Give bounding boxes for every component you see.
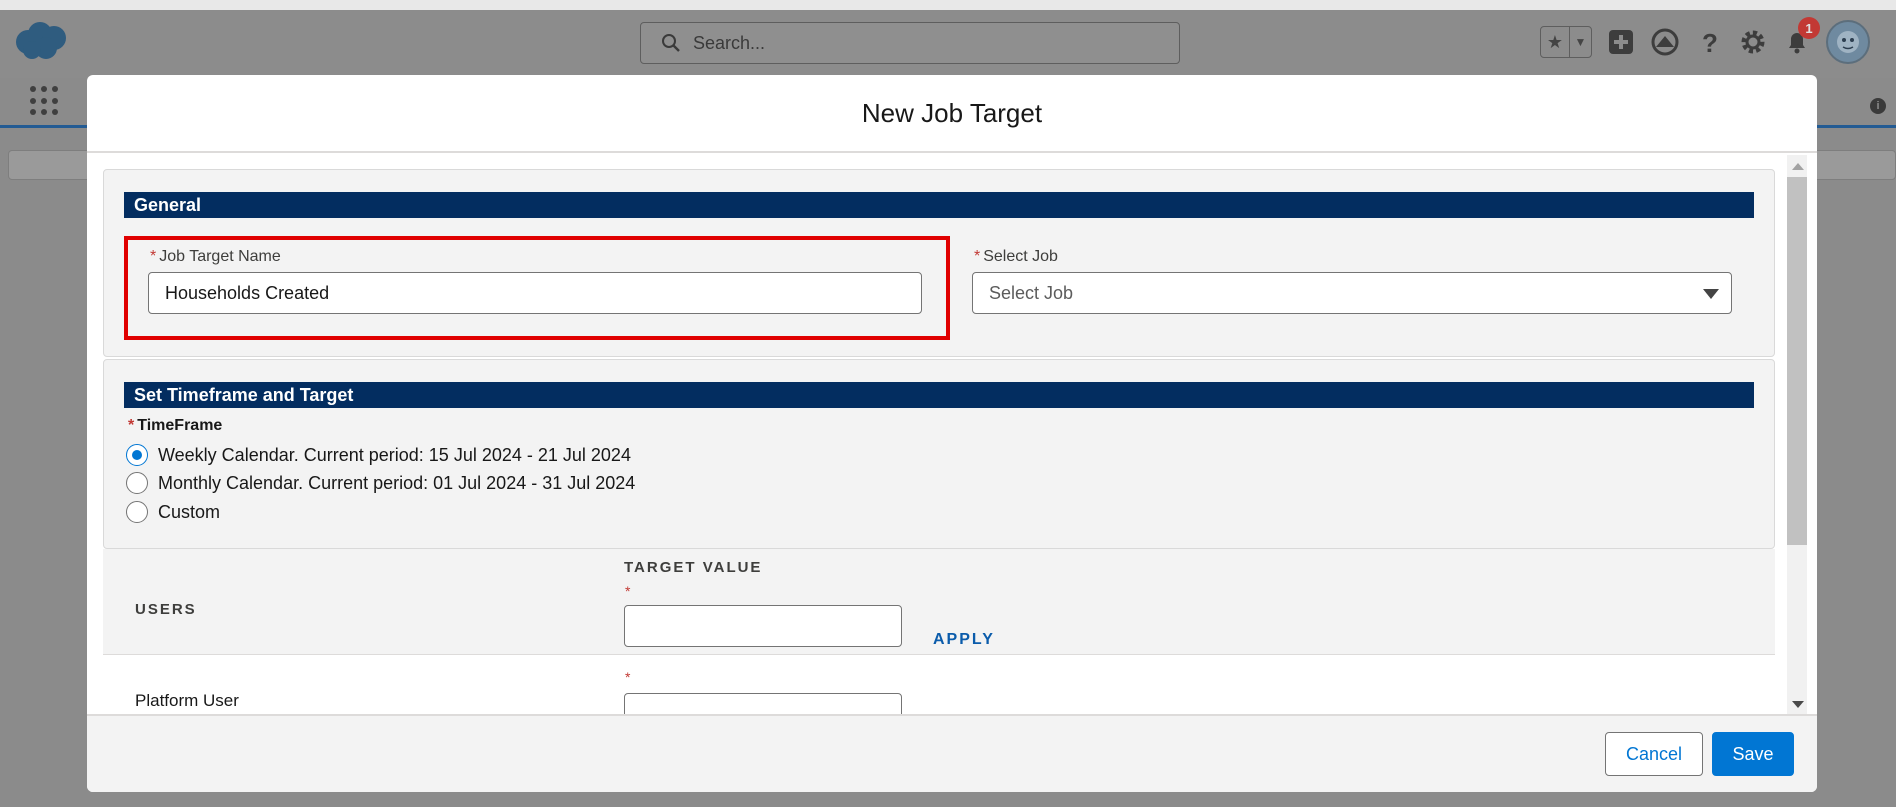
- radio-button-checked[interactable]: [126, 444, 148, 466]
- job-target-name-input[interactable]: Households Created: [148, 272, 922, 314]
- radio-monthly-label: Monthly Calendar. Current period: 01 Jul…: [158, 472, 636, 493]
- required-marker: *: [625, 583, 631, 599]
- scroll-thumb[interactable]: [1787, 177, 1807, 545]
- job-target-name-value: Households Created: [165, 282, 330, 303]
- chevron-down-icon[interactable]: ▼: [1569, 27, 1591, 57]
- search-icon: [662, 34, 680, 52]
- notification-badge: 1: [1798, 17, 1820, 39]
- required-marker: *: [974, 248, 981, 265]
- column-header-users: USERS: [135, 601, 197, 618]
- trailhead-icon[interactable]: [1650, 27, 1680, 57]
- gear-icon[interactable]: [1738, 27, 1768, 57]
- modal-title: New Job Target: [861, 97, 1043, 128]
- bell-icon[interactable]: 1: [1782, 17, 1820, 57]
- favorites-group: ★ ▼: [1540, 26, 1592, 58]
- modal-scrollbar[interactable]: [1787, 155, 1807, 714]
- star-icon[interactable]: ★: [1541, 27, 1569, 57]
- add-icon[interactable]: [1606, 27, 1636, 57]
- select-job-placeholder: Select Job: [989, 282, 1074, 303]
- timeframe-section: Set Timeframe and Target * TimeFrame Week…: [103, 359, 1775, 549]
- row-target-value-input[interactable]: [624, 693, 902, 714]
- scroll-up-icon[interactable]: [1792, 163, 1804, 170]
- select-job-dropdown[interactable]: Select Job: [972, 272, 1732, 314]
- modal-body: General * Job Target Name Households Crea…: [87, 153, 1817, 714]
- radio-custom-label: Custom: [158, 501, 221, 522]
- job-target-name-label: * Job Target Name: [150, 248, 281, 265]
- timeframe-section-title: Set Timeframe and Target: [124, 382, 1754, 408]
- modal-header: New Job Target: [87, 75, 1817, 153]
- global-search-input[interactable]: Search...: [640, 22, 1180, 64]
- table-row-user: Platform User: [135, 691, 239, 710]
- help-icon[interactable]: ?: [1694, 27, 1724, 57]
- general-section: General * Job Target Name Households Crea…: [103, 169, 1775, 357]
- search-placeholder: Search...: [693, 32, 766, 53]
- radio-monthly[interactable]: Monthly Calendar. Current period: 01 Jul…: [126, 472, 635, 494]
- radio-weekly[interactable]: Weekly Calendar. Current period: 15 Jul …: [126, 444, 631, 466]
- header-icons: ★ ▼ ? 1: [1540, 17, 1870, 64]
- new-job-target-modal: New Job Target General * Job Target Name …: [87, 75, 1817, 792]
- radio-weekly-label: Weekly Calendar. Current period: 15 Jul …: [158, 444, 631, 465]
- info-icon[interactable]: i: [1870, 98, 1886, 114]
- general-section-title: General: [124, 192, 1754, 218]
- cancel-button[interactable]: Cancel: [1605, 732, 1703, 776]
- table-header: USERS TARGET VALUE * APPLY: [103, 549, 1775, 655]
- apply-link[interactable]: APPLY: [933, 631, 995, 649]
- svg-text:?: ?: [1702, 28, 1718, 56]
- required-marker: *: [150, 248, 157, 265]
- radio-custom[interactable]: Custom: [126, 501, 220, 523]
- app-launcher-icon[interactable]: [30, 86, 60, 116]
- timeframe-label: * TimeFrame: [128, 417, 223, 434]
- avatar[interactable]: [1826, 20, 1870, 64]
- bulk-target-value-input[interactable]: [624, 605, 902, 647]
- modal-footer: Cancel Save: [87, 714, 1817, 792]
- radio-button[interactable]: [126, 472, 148, 494]
- browser-top-strip: [0, 0, 1896, 10]
- caret-down-icon: [1703, 289, 1719, 299]
- required-marker: *: [128, 417, 135, 434]
- select-job-label: * Select Job: [974, 248, 1058, 265]
- target-table: USERS TARGET VALUE * APPLY Platform User…: [103, 549, 1775, 714]
- required-marker: *: [625, 669, 631, 685]
- column-header-target-value: TARGET VALUE: [624, 559, 763, 576]
- cloud-logo[interactable]: [12, 18, 72, 62]
- radio-button[interactable]: [126, 501, 148, 523]
- scroll-down-icon[interactable]: [1792, 701, 1804, 708]
- save-button[interactable]: Save: [1712, 732, 1794, 776]
